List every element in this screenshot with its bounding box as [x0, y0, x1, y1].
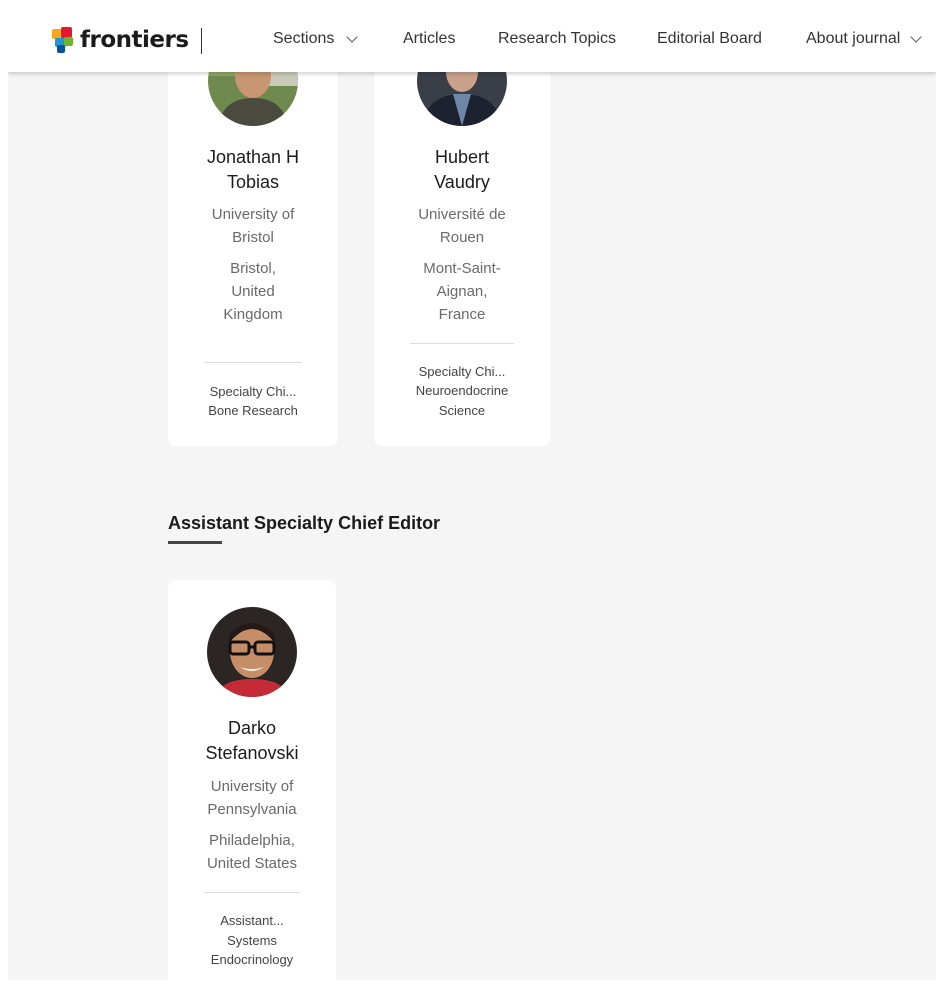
editor-location-line: France	[438, 306, 486, 323]
section-title: Assistant Specialty Chief Editor	[168, 513, 441, 533]
nav-research-topics-label: Research Topics	[498, 30, 616, 47]
editor-card[interactable]: Jonathan H Tobias University of Bristol …	[168, 8, 338, 446]
editor-institution-line: University of	[211, 206, 295, 223]
nav-research-topics[interactable]: Research Topics	[498, 30, 616, 48]
editor-name-line: Stefanovski	[205, 743, 299, 763]
editor-role-line: Assistant...	[220, 913, 284, 928]
editor-role-line: Neuroendocrine	[415, 383, 509, 398]
nav-articles[interactable]: Articles	[403, 30, 455, 48]
nav-about-journal[interactable]: About journal	[806, 30, 922, 48]
editor-location-line: Bristol,	[230, 260, 276, 277]
frontiers-logo[interactable]: frontiers	[52, 25, 189, 55]
editor-location-line: United	[231, 283, 275, 300]
editor-name-line: Darko	[227, 718, 276, 738]
card-divider	[410, 343, 514, 344]
nav-articles-label: Articles	[403, 30, 456, 47]
editor-name-line: Jonathan H	[206, 147, 300, 167]
editor-institution-line: Université de	[418, 206, 506, 223]
nav-sections-label: Sections	[273, 30, 335, 47]
editor-card[interactable]: Hubert Vaudry Université de Rouen Mont-S…	[374, 8, 550, 446]
chevron-down-icon	[910, 30, 922, 43]
editor-role-line: Endocrinology	[210, 952, 294, 967]
chevron-down-icon	[346, 30, 359, 43]
editor-name-line: Vaudry	[434, 172, 490, 192]
editor-institution-line: Rouen	[439, 229, 485, 246]
editor-role-line: Science	[438, 403, 486, 418]
editor-location-line: Mont-Saint-	[423, 260, 501, 277]
editor-name-line: Hubert	[434, 147, 490, 167]
editor-location-line: United States	[206, 855, 298, 872]
card-divider	[204, 892, 300, 893]
nav-sections[interactable]: Sections	[273, 30, 359, 48]
editor-location-line: Kingdom	[223, 306, 283, 323]
editor-role-line: Specialty Chi...	[418, 364, 506, 379]
editor-card[interactable]: Darko Stefanovski University of Pennsylv…	[168, 580, 336, 980]
editor-role-line: Systems	[227, 933, 277, 948]
avatar	[207, 607, 297, 697]
nav-editorial-board[interactable]: Editorial Board	[657, 30, 762, 48]
editor-institution-line: University of	[210, 778, 294, 795]
frontiers-logo-icon	[52, 27, 74, 53]
editor-institution-line: Bristol	[232, 229, 274, 246]
editor-location-line: Philadelphia,	[209, 832, 295, 849]
card-divider	[204, 362, 302, 363]
top-navbar: frontiers Sections Articles Research Top…	[8, 8, 936, 72]
section-title-underline	[168, 541, 222, 544]
editor-role-line: Specialty Chi...	[209, 384, 297, 399]
editor-institution-line: Pennsylvania	[207, 801, 297, 818]
editor-location-line: Aignan,	[436, 283, 488, 300]
nav-about-journal-label: About journal	[806, 30, 901, 47]
editor-role-line: Bone Research	[208, 403, 298, 418]
logo-text: frontiers	[80, 27, 189, 53]
nav-divider	[201, 28, 202, 54]
nav-editorial-board-label: Editorial Board	[657, 30, 762, 47]
editor-name-line: Tobias	[226, 172, 280, 192]
page-frame: frontiers Sections Articles Research Top…	[8, 8, 936, 980]
